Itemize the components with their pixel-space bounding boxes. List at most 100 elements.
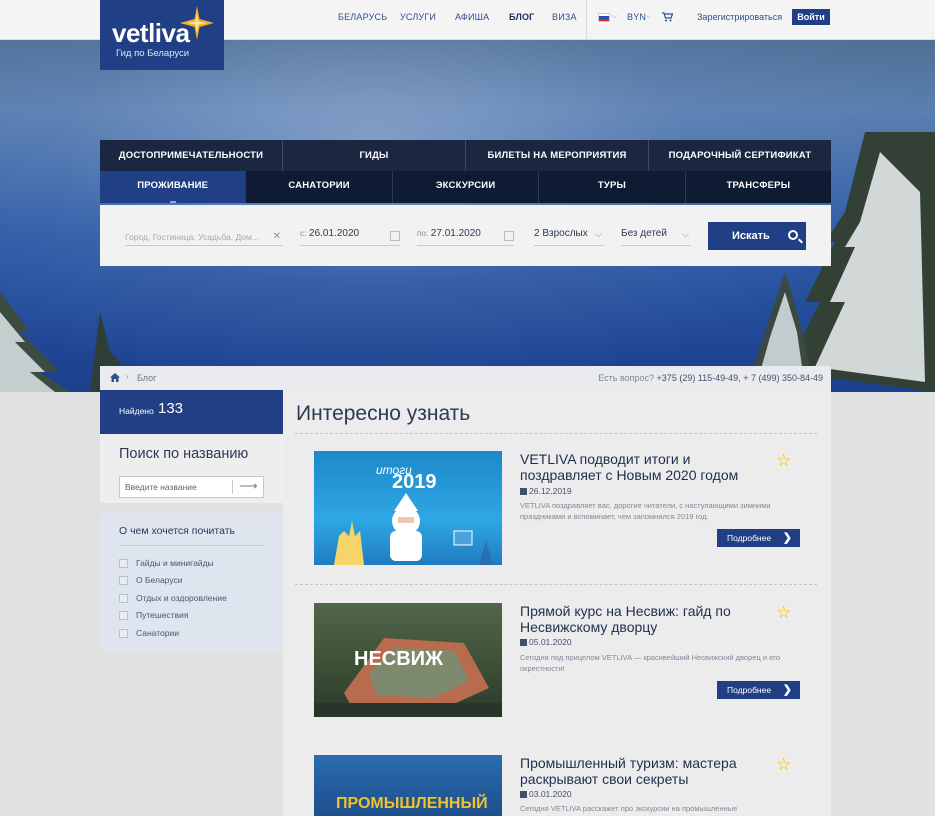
nav-afisha[interactable]: АФИША [455,12,489,22]
read-more-label: Подробнее [727,685,772,695]
calendar-icon[interactable] [504,231,514,241]
topic-label: Санатории [136,628,179,638]
checkbox[interactable] [119,611,128,621]
menu-gift-certificate[interactable]: Подарочный сертификат [649,140,831,171]
nav-services[interactable]: УСЛУГИ [400,12,436,22]
title-search-box: Поиск по названию Введите название ⟶ [100,434,283,503]
calendar-icon [520,791,527,798]
topic-filter-item[interactable]: Отдых и оздоровление [119,593,227,605]
title-search-heading: Поиск по названию [119,446,249,462]
title-search-placeholder: Введите название [125,482,197,492]
title-divider [295,433,817,434]
russian-flag-icon[interactable] [598,13,610,22]
read-more-button[interactable]: Подробнее ❯ [717,529,800,547]
checkbox[interactable] [119,594,128,604]
register-link[interactable]: Зарегистрироваться [697,12,782,22]
favorite-star-icon[interactable]: ☆ [776,603,791,623]
article-title[interactable]: Прямой курс на Несвиж: гайд по Несвижско… [520,603,770,635]
chevron-right-icon: ❯ [782,532,792,544]
search-icon [788,230,798,240]
topic-filter-item[interactable]: Путешествия [119,610,188,622]
date-from-label: с: [300,229,307,238]
search-button[interactable]: Искать [708,222,806,250]
adults-value: 2 Взрослых [534,228,588,239]
phone-numbers[interactable]: +375 (29) 115-49-49, + 7 (499) 350-84-49 [657,373,823,383]
clear-icon[interactable]: ✕ [273,231,281,242]
image-caption-nesvizh: НЕСВИЖ [354,648,444,670]
children-value: Без детей [621,228,667,239]
menu-tours[interactable]: Туры [539,171,686,203]
calendar-icon [520,639,527,646]
category-menu-primary: Достопримечательности Гиды Билеты на мер… [100,140,831,171]
menu-transfers[interactable]: Трансферы [685,171,832,203]
checkbox[interactable] [119,629,128,639]
vetliva-logo[interactable]: vetliva Гид по Беларуси [100,0,224,70]
currency-selector[interactable]: BYN [627,12,646,22]
topic-filter-item[interactable]: Санатории [119,628,179,640]
checkbox[interactable] [119,576,128,586]
article-title[interactable]: VETLIVA подводит итоги и поздравляет с Н… [520,451,770,483]
title-search-input[interactable]: Введите название ⟶ [119,476,264,498]
place-input[interactable]: Город, Гостиница, Усадьба, Дом... ✕ [125,228,283,246]
favorite-star-icon[interactable]: ☆ [776,755,791,775]
menu-guides[interactable]: Гиды [283,140,466,171]
article-date: 05.01.2020 [520,637,572,647]
santa-illustration [334,493,493,565]
arrow-right-icon[interactable]: ⟶ [239,478,258,494]
topics-divider [119,545,264,546]
topic-label: Путешествия [136,610,189,620]
topic-label: Отдых и оздоровление [136,593,227,603]
breadcrumb-current: Блог [137,373,157,383]
menu-sights[interactable]: Достопримечательности [100,140,283,171]
found-label: Найдено [119,406,154,416]
calendar-icon[interactable] [390,231,400,241]
menu-excursions[interactable]: Экскурсии [392,171,540,203]
cart-icon[interactable] [662,12,673,22]
language-chevron-down-icon[interactable]: ⌵ [612,13,617,21]
home-icon[interactable] [110,373,120,382]
article-image-industrial[interactable]: ПРОМЫШЛЕННЫЙ [314,755,502,816]
phone-label: Есть вопрос? [598,373,655,383]
topic-label: О Беларуси [136,575,183,585]
found-count: 133 [158,400,184,417]
article-image-new-year[interactable]: итоги 2019 [314,451,502,565]
search-button-label: Искать [732,230,770,242]
article-date-value: 26.12.2019 [529,486,572,496]
calendar-icon [520,488,527,495]
date-from-value: 26.01.2020 [309,228,360,239]
input-divider [232,480,233,494]
chevron-down-icon: ⌵ [682,229,689,239]
article-description: Сегодня VETLIVA расскажет про экскурсии … [520,804,738,813]
article-title[interactable]: Промышленный туризм: мастера раскрывают … [520,755,770,787]
nav-visa[interactable]: ВИЗА [552,12,577,22]
breadcrumb: › Блог Есть вопрос? +375 (29) 115-49-49,… [100,366,831,390]
article-date-value: 05.01.2020 [529,637,572,647]
nav-belarus[interactable]: БЕЛАРУСЬ [338,12,387,22]
checkbox[interactable] [119,559,128,569]
children-select[interactable]: Без детей ⌵ [621,228,691,246]
read-more-button[interactable]: Подробнее ❯ [717,681,800,699]
breadcrumb-separator: › [126,372,129,381]
article-image-nesvizh[interactable]: НЕСВИЖ [314,603,502,717]
image-caption-industrial: ПРОМЫШЛЕННЫЙ [336,795,488,812]
menu-accommodation[interactable]: Проживание [100,171,247,203]
topic-filter-item[interactable]: Гайды и минигайды [119,558,214,570]
category-menu-secondary: Проживание Санатории Экскурсии Туры Тран… [100,171,832,203]
article-description: Сегодня под прицелом VETLIVA — красивейш… [520,653,781,673]
currency-chevron-down-icon[interactable]: ⌵ [646,13,651,21]
menu-sanatoriums[interactable]: Санатории [246,171,393,203]
date-to-value: 27.01.2020 [430,228,481,239]
topic-filter-item[interactable]: О Беларуси [119,575,182,587]
date-from-field[interactable]: с: 26.01.2020 [300,228,400,246]
chevron-down-icon: ⌵ [595,229,602,239]
topic-label: Гайды и минигайды [136,558,214,568]
favorite-star-icon[interactable]: ☆ [776,451,791,471]
menu-event-tickets[interactable]: Билеты на мероприятия [466,140,649,171]
nav-blog[interactable]: БЛОГ [509,12,534,22]
login-button[interactable]: Войти [792,9,830,25]
topics-heading: О чем хочется почитать [119,525,235,537]
date-to-field[interactable]: по: 27.01.2020 [417,228,514,246]
article-divider [295,584,817,585]
adults-select[interactable]: 2 Взрослых ⌵ [534,228,604,246]
logo-tagline: Гид по Беларуси [116,48,190,59]
